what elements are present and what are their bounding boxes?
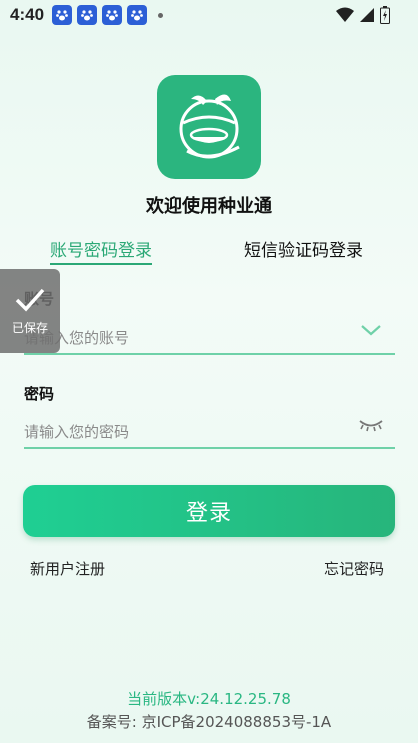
version-text: 当前版本v:24.12.25.78 [127, 690, 291, 708]
seed-globe-icon [179, 94, 240, 159]
account-underline [24, 353, 395, 355]
account-input[interactable] [24, 323, 394, 353]
eye-closed-icon[interactable] [358, 418, 384, 432]
app-logo [157, 75, 261, 179]
signal-icon [360, 8, 374, 22]
chevron-down-icon[interactable] [360, 322, 382, 338]
checkmark-icon [15, 288, 45, 312]
battery-icon [380, 6, 390, 24]
baidu-icon [102, 5, 123, 25]
saved-label: 已保存 [11, 320, 48, 335]
welcome-title: 欢迎使用种业通 [146, 196, 272, 217]
baidu-icon [127, 5, 148, 25]
login-button[interactable]: 登录 [23, 485, 395, 537]
status-indicators [336, 6, 390, 24]
password-input[interactable] [24, 417, 394, 447]
notification-dot-icon [158, 12, 164, 18]
tab-password-login[interactable]: 账号密码登录 [50, 236, 152, 265]
status-bar: 4:40 [0, 0, 418, 30]
password-label: 密码 [24, 385, 55, 403]
register-link[interactable]: 新用户注册 [30, 558, 105, 579]
status-time: 4:40 [10, 5, 45, 24]
baidu-icon [77, 5, 98, 25]
saved-toast: 已保存 [0, 269, 60, 353]
password-underline [24, 447, 395, 449]
forgot-password-link[interactable]: 忘记密码 [324, 558, 384, 579]
tab-sms-login[interactable]: 短信验证码登录 [244, 236, 363, 261]
baidu-icon [52, 5, 73, 25]
wifi-icon [336, 7, 354, 22]
icp-text: 备案号: 京ICP备2024088853号-1A [86, 713, 332, 731]
